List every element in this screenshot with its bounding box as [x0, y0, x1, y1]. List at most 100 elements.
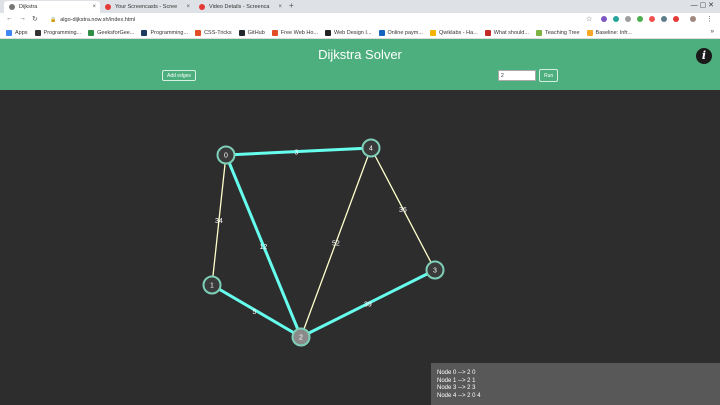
- bookmark-icon: [535, 29, 542, 36]
- edge-weight-label: 39: [364, 302, 372, 309]
- app-header: Dijkstra Solver Add edges Run: [0, 39, 720, 90]
- bookmark-label: Web Design I...: [334, 29, 372, 36]
- bookmark-item[interactable]: GitHub: [238, 29, 265, 36]
- extension-icon[interactable]: [673, 16, 679, 22]
- browser-toolbar: ← → ↻ 🔒 algo-dijkstra.now.sh/index.html …: [0, 13, 720, 27]
- bookmark-icon: [88, 29, 95, 36]
- menu-icon[interactable]: ⋮: [706, 15, 713, 23]
- tab-label: Your Screencasts - Scree: [115, 4, 178, 10]
- bookmark-item[interactable]: Programming...: [34, 29, 82, 36]
- avatar[interactable]: [690, 16, 696, 22]
- bookmark-item[interactable]: CSS-Tricks: [195, 29, 232, 36]
- source-node-input[interactable]: [498, 70, 536, 81]
- tab-video-details[interactable]: Video Details - Screenca ×: [194, 1, 286, 13]
- bookmark-item[interactable]: Qwiklabs - Ha...: [429, 29, 478, 36]
- edge-weight-label: 36: [399, 207, 407, 214]
- bookmark-item[interactable]: Web Design I...: [325, 29, 372, 36]
- browser-tab-bar: Dijkstra × Your Screencasts - Scree × Vi…: [0, 0, 720, 13]
- bookmark-icon: [429, 29, 436, 36]
- youtube-icon: [105, 4, 111, 10]
- bookmark-label: Online paym...: [387, 29, 423, 36]
- address-bar[interactable]: 🔒 algo-dijkstra.now.sh/index.html: [50, 15, 580, 25]
- edge-0-2: 12: [224, 154, 303, 338]
- star-icon[interactable]: ☆: [586, 15, 592, 23]
- edge-weight-label: 34: [215, 218, 223, 225]
- extension-icon[interactable]: [625, 16, 631, 22]
- result-line: Node 4 --> 2 0 4: [437, 392, 481, 399]
- more-bookmarks-icon[interactable]: »: [711, 29, 714, 35]
- bookmark-icon: [325, 29, 331, 36]
- run-button[interactable]: Run: [539, 69, 559, 82]
- window-controls[interactable]: — ▢ ✕: [691, 1, 714, 9]
- edge-4-3: 36: [370, 147, 436, 271]
- edge-weight-label: 52: [332, 241, 340, 248]
- graph-node-2[interactable]: 2: [291, 327, 311, 347]
- tab-screencasts[interactable]: Your Screencasts - Scree ×: [100, 1, 194, 13]
- bookmark-item[interactable]: Free Web Ho...: [271, 29, 318, 36]
- bookmarks-bar: Apps Programming... GeeksforGee... Programm…: [0, 27, 720, 39]
- bookmark-icon: [34, 29, 41, 36]
- bookmark-label: Apps: [15, 29, 28, 36]
- bookmark-label: Qwiklabs - Ha...: [438, 29, 478, 36]
- tab-label: Dijkstra: [19, 4, 38, 10]
- edge-line: [225, 146, 372, 157]
- edge-0-4: 3: [225, 146, 372, 157]
- edge-weight-label: 3: [295, 150, 299, 157]
- graph-node-0[interactable]: 0: [216, 145, 236, 165]
- bookmark-item[interactable]: GeeksforGee...: [88, 29, 135, 36]
- tab-label: Video Details - Screenca: [209, 4, 270, 10]
- bookmark-label: Programming...: [43, 29, 82, 36]
- bookmark-item[interactable]: Teaching Tree: [535, 29, 580, 36]
- youtube-icon: [199, 4, 205, 10]
- forward-icon[interactable]: →: [19, 15, 26, 22]
- tab-dijkstra[interactable]: Dijkstra ×: [4, 1, 100, 13]
- node-label: 3: [433, 268, 437, 275]
- edge-line: [211, 283, 302, 339]
- bookmark-icon: [6, 29, 12, 36]
- page-title: Dijkstra Solver: [318, 47, 402, 62]
- bookmark-item[interactable]: Programming...: [141, 29, 189, 36]
- edge-weight-label: 12: [260, 244, 268, 251]
- close-icon[interactable]: ×: [278, 4, 282, 10]
- bookmark-item[interactable]: Baseline: Infr...: [586, 29, 632, 36]
- graph-node-1[interactable]: 1: [202, 275, 222, 295]
- bookmark-icon: [586, 29, 593, 36]
- graph-node-4[interactable]: 4: [361, 138, 381, 158]
- bookmark-icon: [141, 29, 148, 36]
- graph-node-3[interactable]: 3: [425, 260, 445, 280]
- result-line: Node 0 --> 2 0: [437, 370, 476, 376]
- extension-icon[interactable]: [637, 16, 643, 22]
- bookmark-item[interactable]: Online paym...: [378, 29, 423, 36]
- page-icon: [9, 4, 15, 10]
- url-text: algo-dijkstra.now.sh/index.html: [60, 17, 136, 23]
- bookmark-label: Programming...: [150, 29, 189, 36]
- back-icon[interactable]: ←: [6, 15, 13, 22]
- result-line: Node 3 --> 2 3: [437, 385, 476, 391]
- bookmark-item[interactable]: Apps: [6, 29, 28, 36]
- bookmark-item[interactable]: What should...: [484, 29, 529, 36]
- bookmark-label: CSS-Tricks: [204, 29, 232, 36]
- result-panel: Node 0 --> 2 0 Node 1 --> 2 1 Node 3 -->…: [431, 363, 720, 405]
- bookmark-label: GeeksforGee...: [97, 29, 135, 36]
- close-icon[interactable]: ×: [186, 4, 190, 10]
- result-line: Node 1 --> 2 1: [437, 377, 476, 384]
- extension-icon[interactable]: [601, 16, 607, 22]
- node-label: 1: [210, 283, 214, 290]
- bookmark-label: GitHub: [247, 29, 265, 36]
- extension-icon[interactable]: [649, 16, 655, 22]
- bookmark-icon: [238, 29, 245, 36]
- node-label: 4: [369, 146, 373, 153]
- bookmark-label: Free Web Ho...: [280, 29, 318, 36]
- info-icon[interactable]: i: [696, 48, 712, 64]
- new-tab-button[interactable]: +: [289, 1, 294, 10]
- bookmark-label: What should...: [493, 29, 529, 36]
- node-label: 2: [299, 335, 303, 342]
- reload-icon[interactable]: ↻: [32, 15, 38, 23]
- extension-icon[interactable]: [661, 16, 667, 22]
- close-icon[interactable]: ×: [92, 4, 96, 10]
- edge-0-1: 34: [211, 154, 227, 286]
- bookmark-icon: [378, 29, 385, 36]
- lock-icon: 🔒: [50, 17, 57, 23]
- extension-icon[interactable]: [613, 16, 619, 22]
- add-edges-button[interactable]: Add edges: [162, 70, 196, 81]
